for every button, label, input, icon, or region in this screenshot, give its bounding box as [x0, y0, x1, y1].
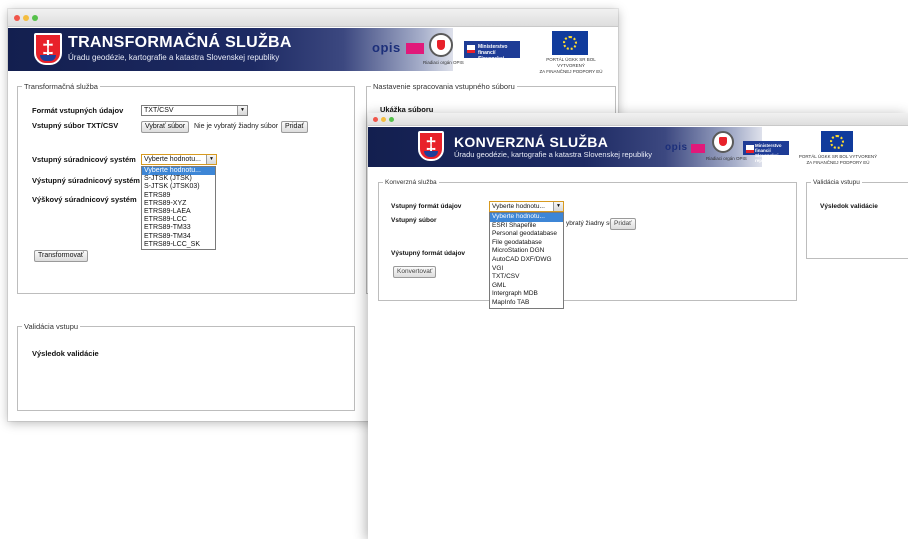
dropdown-option[interactable]: ETRS89-XYZ — [142, 200, 215, 208]
conversion-fieldset: Konverzná služba — [378, 179, 797, 301]
dropdown-option[interactable]: MapInfo TAB — [490, 299, 563, 308]
slovak-coat-of-arms-icon: ‡ — [34, 33, 62, 65]
opis-logo-mark-icon — [691, 144, 705, 153]
page-title: TRANSFORMAČNÁ SLUŽBA — [68, 34, 292, 51]
output-crs-label: Výstupný súradnicový systém — [32, 176, 140, 185]
convert-button[interactable]: Konvertovať — [393, 266, 437, 278]
transform-button[interactable]: Transformovať — [34, 250, 88, 262]
input-file-label: Vstupný súbor TXT/CSV — [32, 121, 119, 130]
ministry-logo: Ministerstvo financií Slovenskej republi… — [464, 41, 520, 68]
opis-logo: opis — [372, 40, 401, 55]
input-format-dropdown[interactable]: Vyberte hodnotu... ESRI Shapefile Person… — [489, 212, 564, 309]
window-titlebar — [368, 113, 908, 126]
state-seal-icon — [712, 131, 734, 153]
dropdown-option[interactable]: AutoCAD DXF/DWG — [490, 256, 563, 265]
page-subtitle: Úradu geodézie, kartografie a katastra S… — [454, 150, 653, 159]
dropdown-option[interactable]: Intergraph MDB — [490, 290, 563, 299]
chevron-down-icon: ▼ — [237, 106, 247, 115]
dropdown-option[interactable]: ETRS89-LCC_SK — [142, 241, 215, 249]
header-banner: ‡ TRANSFORMAČNÁ SLUŽBA Úradu geodézie, k… — [8, 28, 618, 74]
fieldset-legend: Transformačná služba — [24, 82, 98, 91]
state-seal-icon — [429, 33, 453, 57]
page-subtitle: Úradu geodézie, kartografie a katastra S… — [68, 53, 280, 62]
opis-logo-mark-icon — [406, 43, 424, 54]
add-file-button[interactable]: Pridať — [281, 121, 308, 133]
dropdown-option[interactable]: S-JTSK (JTSK) — [142, 175, 215, 183]
dropdown-option[interactable]: ETRS89-TM33 — [142, 224, 215, 232]
add-file-button[interactable]: Pridať — [610, 218, 636, 230]
input-format-label: Vstupný formát údajov — [391, 203, 462, 210]
eu-caption: PORTÁL ÚGKK SR BOL VYTVORENÝ ZA FINANČNE… — [539, 57, 603, 74]
page-title: KONVERZNÁ SLUŽBA — [454, 134, 609, 150]
fieldset-legend: Nastavenie spracovania vstupného súboru — [373, 82, 515, 91]
input-crs-select[interactable]: Vyberte hodnotu... ▼ — [141, 154, 217, 165]
dropdown-option[interactable]: ETRS89-LCC — [142, 216, 215, 224]
validation-fieldset: Validácia vstupu — [17, 322, 355, 411]
maximize-window-button[interactable] — [389, 117, 394, 122]
dropdown-option[interactable]: Personal geodatabase — [490, 230, 563, 239]
seal-caption: Riadiaci orgán OPIS — [423, 60, 464, 65]
dropdown-option[interactable]: MicroStation DGN — [490, 247, 563, 256]
eu-caption: PORTÁL ÚGKK SR BOL VYTVORENÝ ZA FINANČNE… — [798, 154, 878, 165]
window-titlebar — [8, 9, 618, 27]
validation-result-label: Výsledok validácie — [32, 349, 99, 358]
validation-result-label: Výsledok validácie — [820, 203, 878, 210]
input-file-label: Vstupný súbor — [391, 217, 437, 224]
fieldset-legend: Konverzná služba — [385, 179, 437, 186]
chevron-down-icon: ▼ — [206, 155, 216, 164]
output-format-label: Výstupný formát údajov — [391, 250, 466, 257]
seal-caption: Riadiaci orgán OPIS — [706, 156, 747, 161]
eu-flag-icon — [821, 131, 853, 152]
dropdown-option[interactable]: GML — [490, 282, 563, 291]
minimize-window-button[interactable] — [381, 117, 386, 122]
no-file-text: Nie je vybratý žiadny súbor — [194, 123, 279, 130]
input-format-select[interactable]: Vyberte hodnotu... ▼ — [489, 201, 564, 212]
header-banner: ‡ KONVERZNÁ SLUŽBA Úradu geodézie, karto… — [368, 127, 908, 167]
input-crs-dropdown[interactable]: Vyberte hodnotu... S-JTSK (JTSK) S-JTSK … — [141, 166, 216, 251]
close-window-button[interactable] — [14, 15, 20, 21]
fieldset-legend: Validácia vstupu — [24, 322, 79, 331]
eu-flag-icon — [552, 31, 588, 55]
minimize-window-button[interactable] — [23, 15, 29, 21]
dropdown-option[interactable]: ETRS89-LAEA — [142, 208, 215, 216]
close-window-button[interactable] — [373, 117, 378, 122]
chevron-down-icon: ▼ — [553, 202, 563, 211]
height-crs-label: Výškový súradnicový systém — [32, 195, 137, 204]
dropdown-option[interactable]: ETRS89 — [142, 192, 215, 200]
dropdown-option[interactable]: S-JTSK (JTSK03) — [142, 183, 215, 191]
dropdown-option[interactable]: ESRI Shapefile — [490, 222, 563, 231]
dropdown-option[interactable]: TXT/CSV — [490, 273, 563, 282]
dropdown-option[interactable]: File geodatabase — [490, 239, 563, 248]
choose-file-button[interactable]: Vybrať súbor — [141, 121, 190, 133]
dropdown-option[interactable]: ETRS89-TM34 — [142, 233, 215, 241]
dropdown-option[interactable]: Vyberte hodnotu... — [142, 167, 215, 176]
dropdown-option[interactable]: VGI — [490, 265, 563, 274]
dropdown-option[interactable]: Vyberte hodnotu... — [490, 213, 563, 222]
ministry-logo: Ministerstvo financií Slovenskej republi… — [743, 141, 789, 163]
maximize-window-button[interactable] — [32, 15, 38, 21]
opis-logo: opis — [665, 142, 688, 153]
validation-fieldset: Validácia vstupu — [806, 179, 908, 259]
fieldset-legend: Validácia vstupu — [813, 179, 860, 186]
input-format-select[interactable]: TXT/CSV ▼ — [141, 105, 248, 116]
input-format-label: Formát vstupných údajov — [32, 106, 124, 115]
input-crs-label: Vstupný súradnicový systém — [32, 155, 136, 164]
conversion-service-window: ‡ KONVERZNÁ SLUŽBA Úradu geodézie, karto… — [368, 113, 908, 539]
slovak-coat-of-arms-icon: ‡ — [418, 131, 444, 161]
